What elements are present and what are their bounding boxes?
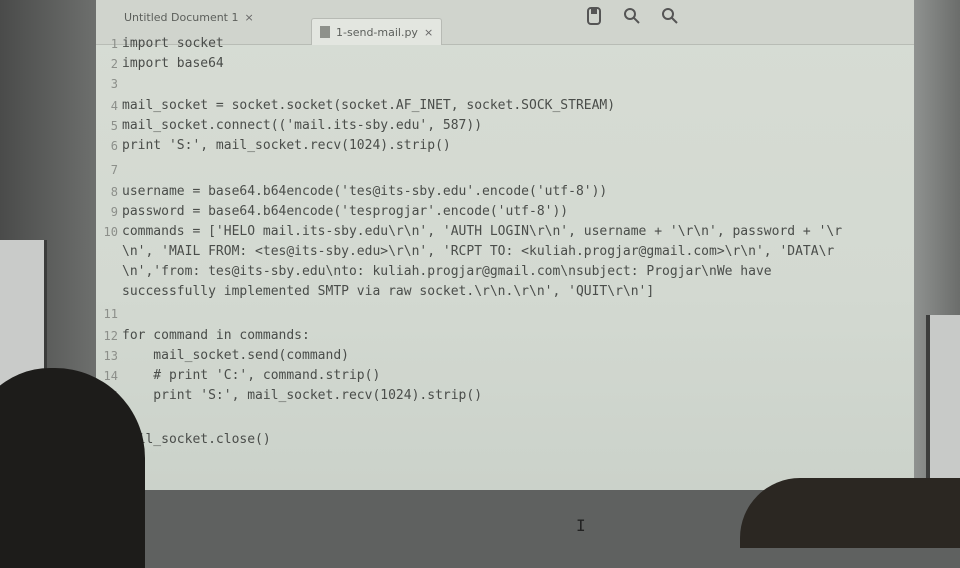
code-line: 10 commands = ['HELO mail.its-sby.edu\r\n…: [96, 222, 914, 242]
code-line: 6 print 'S:', mail_socket.recv(1024).stri…: [96, 136, 914, 156]
code-line: 1 import socket: [96, 34, 914, 54]
code-text: import socket: [122, 36, 224, 51]
code-text: password = base64.b64encode('tesprogjar'…: [122, 204, 569, 219]
save-icon[interactable]: [584, 6, 604, 26]
code-text: for command in commands:: [122, 328, 310, 343]
code-editor[interactable]: 1 import socket 2 import base64 3 4 mail_socke…: [96, 34, 914, 490]
tab-label: Untitled Document 1: [124, 10, 239, 24]
code-text: mail_socket.connect(('mail.its-sby.edu',…: [122, 118, 483, 133]
code-line: 11: [96, 304, 914, 324]
code-text: \n', 'MAIL FROM: <tes@its-sby.edu>\r\n',…: [122, 244, 835, 259]
line-number: 5: [110, 119, 118, 133]
code-line: 5 mail_socket.connect(('mail.its-sby.edu'…: [96, 116, 914, 136]
code-line: 15 print 'S:', mail_socket.recv(1024).st…: [96, 386, 914, 406]
toolbar: [584, 6, 680, 26]
code-text: mail_socket = socket.socket(socket.AF_IN…: [122, 98, 616, 113]
code-line: 14 # print 'C:', command.strip(): [96, 366, 914, 386]
line-number: 2: [110, 57, 118, 71]
code-text: \n','from: tes@its-sby.edu\nto: kuliah.p…: [122, 264, 772, 279]
line-number: 10: [103, 225, 118, 239]
text-cursor-icon: I: [576, 516, 586, 535]
code-text: print 'S:', mail_socket.recv(1024).strip…: [122, 388, 483, 403]
code-text: import base64: [122, 56, 224, 71]
code-line: 13 mail_socket.send(command): [96, 346, 914, 366]
code-text: commands = ['HELO mail.its-sby.edu\r\n',…: [122, 224, 843, 239]
code-text: mail_socket.send(command): [122, 348, 349, 363]
projected-screen: Untitled Document 1 × 1-send-mail.py × 1…: [96, 0, 914, 490]
code-line: 9 password = base64.b64encode('tesprogjar…: [96, 202, 914, 222]
search-icon[interactable]: [622, 6, 642, 26]
audience-hands: [740, 478, 960, 548]
line-number: 6: [110, 139, 118, 153]
whiteboard-right: [926, 315, 960, 485]
line-number: 8: [110, 185, 118, 199]
code-line: 3: [96, 74, 914, 94]
tab-close-icon[interactable]: ×: [245, 11, 254, 24]
tab-untitled-document[interactable]: Untitled Document 1 ×: [116, 4, 262, 30]
line-number: 3: [110, 77, 118, 91]
line-number: 7: [110, 163, 118, 177]
line-number: 11: [103, 307, 118, 321]
code-line: 4 mail_socket = socket.socket(socket.AF_I…: [96, 96, 914, 116]
code-line: 7: [96, 160, 914, 180]
code-text: print 'S:', mail_socket.recv(1024).strip…: [122, 138, 451, 153]
code-line: 17mail_socket.close(): [96, 430, 914, 450]
line-number: 4: [110, 99, 118, 113]
replace-icon[interactable]: [660, 6, 680, 26]
code-line: successfully implemented SMTP via raw so…: [96, 282, 914, 302]
code-line: 12 for command in commands:: [96, 326, 914, 346]
code-text: # print 'C:', command.strip(): [122, 368, 381, 383]
whiteboard-left: [0, 240, 47, 390]
code-text: successfully implemented SMTP via raw so…: [122, 284, 655, 299]
line-number: 12: [103, 329, 118, 343]
line-number: 9: [110, 205, 118, 219]
code-line: \n', 'MAIL FROM: <tes@its-sby.edu>\r\n',…: [96, 242, 914, 262]
code-line: 16: [96, 408, 914, 428]
line-number: 13: [103, 349, 118, 363]
code-text: username = base64.b64encode('tes@its-sby…: [122, 184, 608, 199]
code-line: 8 username = base64.b64encode('tes@its-sb…: [96, 182, 914, 202]
line-number: 1: [110, 37, 118, 51]
code-line: 2 import base64: [96, 54, 914, 74]
code-line: \n','from: tes@its-sby.edu\nto: kuliah.p…: [96, 262, 914, 282]
